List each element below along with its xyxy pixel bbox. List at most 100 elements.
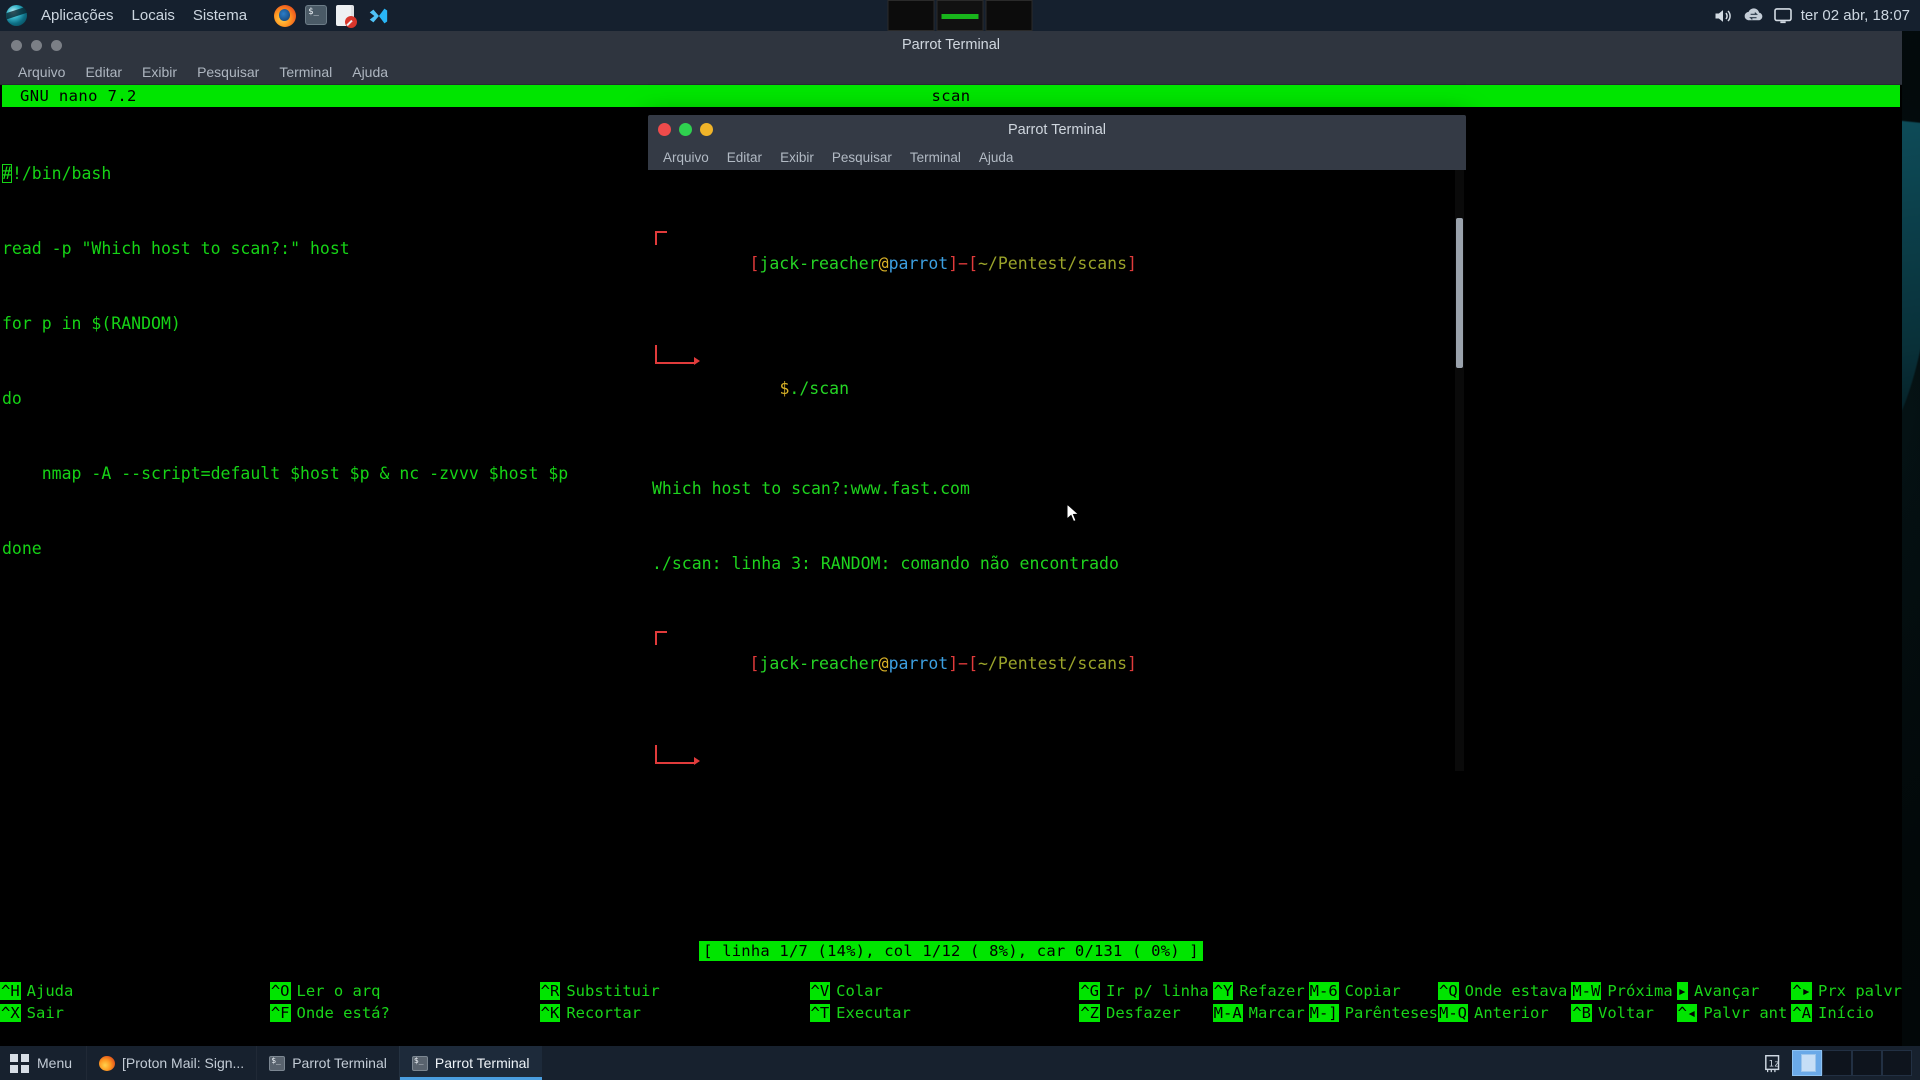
shortcut-column: ^O Ler o arq ^F Onde está? xyxy=(269,974,540,1030)
taskbar-item-label: [Proton Mail: Sign... xyxy=(122,1055,245,1071)
shortcut-key: ^Q xyxy=(1438,982,1459,1000)
taskbar-item-parrot-terminal-1[interactable]: Parrot Terminal xyxy=(256,1046,399,1080)
window-titlebar[interactable]: Parrot Terminal xyxy=(648,115,1466,144)
maximize-button[interactable] xyxy=(51,39,62,51)
text-editor-icon[interactable] xyxy=(336,4,358,28)
shortcut-key: ^V xyxy=(809,982,831,1000)
workspace-switcher[interactable] xyxy=(1792,1050,1912,1076)
text-cursor: # xyxy=(2,164,12,183)
entered-command: ./scan xyxy=(789,379,850,398)
menu-sistema[interactable]: Sistema xyxy=(184,3,256,28)
menu-exibir[interactable]: Exibir xyxy=(771,148,823,167)
menu-ajuda[interactable]: Ajuda xyxy=(342,62,398,82)
minimize-button[interactable] xyxy=(700,123,713,136)
shortcut-column: ^G Ir p/ linha ^Z Desfazer ^Y Refazer M-A Ma… xyxy=(1079,974,1438,1030)
menu-ajuda[interactable]: Ajuda xyxy=(970,148,1023,167)
shortcut-column: ^Q Onde estava M-Q Anterior M-W Próxima ^B V… xyxy=(1438,974,1902,1030)
display-icon[interactable] xyxy=(1773,7,1792,24)
shortcut-label: Prx palvr xyxy=(1818,982,1902,1000)
shortcut-item[interactable]: ^K Recortar xyxy=(539,1004,810,1022)
shortcut-item[interactable]: ^V Colar xyxy=(809,982,1080,1000)
shortcut-item[interactable]: M-6 Copiar xyxy=(1308,982,1438,1000)
shortcut-item[interactable]: ^H Ajuda xyxy=(0,982,270,1000)
parrot-logo-icon[interactable] xyxy=(6,5,27,26)
workspace-4[interactable] xyxy=(1882,1050,1912,1076)
shortcut-key: ^H xyxy=(0,982,21,1000)
shortcut-item[interactable]: ^Y Refazer xyxy=(1212,982,1305,1000)
shortcut-item[interactable]: ^Q Onde estava xyxy=(1438,982,1567,1000)
start-menu-button[interactable]: Menu xyxy=(0,1046,86,1080)
prompt-symbol: $ xyxy=(779,379,790,398)
shortcut-item[interactable]: ^B Voltar xyxy=(1571,1004,1672,1022)
shortcut-item[interactable]: ^O Ler o arq xyxy=(269,982,540,1000)
shortcut-item[interactable]: M-Q Anterior xyxy=(1438,1004,1567,1022)
svg-text:1z: 1z xyxy=(1769,1060,1780,1070)
prompt-elbow-icon xyxy=(655,745,700,765)
clock[interactable]: ter 02 abr, 18:07 xyxy=(1801,7,1910,24)
workspace-1[interactable] xyxy=(1792,1050,1822,1076)
taskbar-item-parrot-terminal-2[interactable]: Parrot Terminal xyxy=(398,1046,542,1080)
shortcut-key: ^R xyxy=(539,982,561,1000)
volume-icon[interactable] xyxy=(1712,6,1734,26)
scrollbar-thumb[interactable] xyxy=(1456,218,1463,368)
shortcut-item[interactable]: ^◂ Palvr ant xyxy=(1676,1004,1787,1022)
workspace-2[interactable] xyxy=(1822,1050,1852,1076)
terminal-scrollbar[interactable] xyxy=(1455,170,1464,771)
menu-terminal[interactable]: Terminal xyxy=(269,62,342,82)
shortcut-key: ^X xyxy=(0,1004,21,1022)
grid-menu-icon xyxy=(10,1053,29,1073)
menu-arquivo[interactable]: Arquivo xyxy=(654,148,718,167)
desktop-screen: README.license Lixeira Firefox ESR Termi… xyxy=(0,0,1920,1080)
shortcut-item[interactable]: ^F Onde está? xyxy=(269,1004,540,1022)
shortcut-item[interactable]: M-A Marcar xyxy=(1212,1004,1305,1022)
menu-pesquisar[interactable]: Pesquisar xyxy=(823,148,901,167)
shortcut-column: ^V Colar ^T Executar xyxy=(809,974,1080,1030)
workspace-3[interactable] xyxy=(1852,1050,1882,1076)
terminal-output-line: ./scan: linha 3: RANDOM: comando não enc… xyxy=(652,554,1119,573)
shortcut-item[interactable]: M-W Próxima xyxy=(1571,982,1673,1000)
inner-terminal-window: Parrot Terminal Arquivo Editar Exibir Pe… xyxy=(648,115,1466,775)
shortcut-item[interactable]: ▸ Avançar xyxy=(1676,982,1788,1000)
shortcut-item[interactable]: ^Z Desfazer xyxy=(1079,1004,1208,1022)
terminal-icon[interactable] xyxy=(305,4,328,27)
firefox-icon[interactable] xyxy=(274,4,297,27)
shortcut-item[interactable]: ^G Ir p/ linha xyxy=(1079,982,1209,1000)
workspace-thumb-2[interactable] xyxy=(936,0,984,31)
sleep-icon[interactable]: 1z xyxy=(1762,1053,1786,1073)
shortcut-item[interactable]: ^A Início xyxy=(1791,1004,1902,1022)
shortcut-key: ^Z xyxy=(1079,1004,1101,1022)
start-menu-label: Menu xyxy=(37,1055,73,1071)
prompt-corner-icon xyxy=(655,631,667,645)
shortcut-item[interactable]: ^R Substituir xyxy=(539,982,810,1000)
menu-arquivo[interactable]: Arquivo xyxy=(8,62,75,82)
workspace-thumb-1[interactable] xyxy=(887,0,935,31)
minimize-button[interactable] xyxy=(31,39,42,51)
menu-aplicacoes[interactable]: Aplicações xyxy=(32,3,123,28)
terminal-output-area[interactable]: [jack-reacher@parrot]−[~/Pentest/scans] … xyxy=(648,170,1466,775)
shortcut-item[interactable]: ^T Executar xyxy=(809,1004,1080,1022)
shortcut-key: ^F xyxy=(269,1004,291,1022)
menu-editar[interactable]: Editar xyxy=(75,62,132,82)
close-button[interactable] xyxy=(11,39,22,51)
taskbar-item-proton-mail[interactable]: [Proton Mail: Sign... xyxy=(86,1046,256,1080)
shortcut-key: M-W xyxy=(1571,982,1602,1000)
shortcut-item[interactable]: ^▸ Prx palvr xyxy=(1791,982,1902,1000)
shortcut-label: Próxima xyxy=(1607,982,1673,1000)
workspace-thumb-3[interactable] xyxy=(985,0,1033,31)
menu-locais[interactable]: Locais xyxy=(123,3,184,28)
menu-pesquisar[interactable]: Pesquisar xyxy=(187,62,269,82)
window-titlebar[interactable]: Parrot Terminal xyxy=(0,31,1902,59)
workspace-thumbnails[interactable] xyxy=(887,0,1033,31)
menu-exibir[interactable]: Exibir xyxy=(132,62,187,82)
shortcut-item[interactable]: ^X Sair xyxy=(0,1004,270,1022)
network-icon[interactable] xyxy=(1743,7,1765,25)
nano-shortcut-bar: ^H Ajuda ^X Sair ^O Ler o arq ^F Onde está? … xyxy=(0,974,1902,1030)
shell-input-line[interactable]: $ xyxy=(652,745,1466,775)
shortcut-item[interactable]: M-] Parênteses xyxy=(1308,1004,1438,1022)
menu-editar[interactable]: Editar xyxy=(718,148,771,167)
vscodium-icon[interactable] xyxy=(367,5,389,27)
menu-terminal[interactable]: Terminal xyxy=(901,148,970,167)
close-button[interactable] xyxy=(658,123,671,136)
shell-prompt-line: [jack-reacher@parrot]−[~/Pentest/scans] xyxy=(652,626,1466,701)
maximize-button[interactable] xyxy=(679,123,692,136)
